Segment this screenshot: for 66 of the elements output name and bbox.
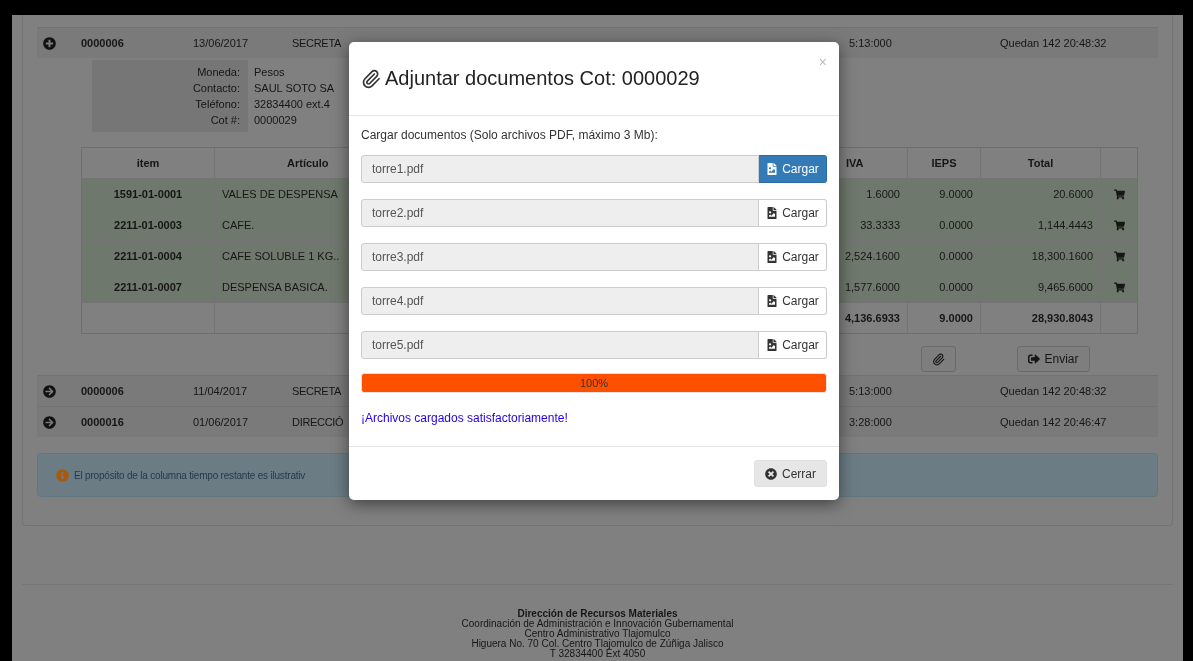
success-message: ¡Archivos cargados satisfactoriamente! [361,411,569,425]
table-cell: 0000016 [81,416,124,428]
table-cell: DIRECCIÓ [291,416,344,428]
table-cell: Quedan 142 20:48:32 [1000,385,1107,397]
file-image-icon [766,295,779,307]
detail-label: Contacto: [192,81,240,96]
table-cell-text: 1591-01-0001 [112,187,184,202]
column-header: item [135,156,161,171]
cart-icon[interactable] [1113,250,1125,262]
table-cell: 9.0000 [907,303,980,333]
table-cell: 5:13:000 [849,37,892,49]
table-cell-text: 2211-01-0003 [113,218,183,233]
table-cell: 11/04/2017 [193,385,248,397]
close-dialog-button[interactable]: Cerrar [754,460,827,487]
upload-button[interactable]: Cargar [759,331,827,359]
cart-icon[interactable] [1113,188,1125,200]
detail-label: Moneda: [197,65,240,80]
file-field[interactable]: torre4.pdf [361,287,759,315]
upload-button[interactable]: Cargar [759,243,827,271]
table-cell: 5:13:000 [849,385,892,397]
table-cell: 13/06/2017 [193,37,249,49]
cart-icon[interactable] [1113,281,1125,293]
table-cell: 28,930.8043 [980,303,1100,333]
sign-out-icon [1028,353,1041,365]
detail-value: Pesos [254,65,285,80]
footer-line: Centro Administrativo Tlajomulco [524,629,671,639]
paperclip-icon [361,68,381,89]
file-image-icon [766,163,779,175]
cart-icon[interactable] [1113,219,1125,231]
file-image-icon [766,207,779,219]
detail-label: Teléfono: [195,97,240,112]
detail-label: Cot #: [210,113,240,128]
table-cell: SECRETA [291,37,342,49]
file-field[interactable]: torre1.pdf [361,155,759,183]
file-field[interactable]: torre5.pdf [361,331,759,359]
table-cell: SECRETA [291,385,342,397]
alert-text: El propósito de la columna tiempo restante es ilustrativ [74,469,306,481]
info-icon [56,468,69,482]
table-cell: Quedan 142 20:46:47 [1000,416,1107,428]
file-field[interactable]: torre2.pdf [361,199,759,227]
table-cell-text: 2211-01-0007 [113,280,183,295]
footer-line: Coordinación de Administración e Innovación Gubernamental [461,619,734,629]
detail-value: 32834400 ext.4 [254,97,330,112]
progress-fill: 100% [362,374,826,392]
table-cell: 01/06/2017 [193,416,249,428]
modal-title: Adjuntar documentos Cot: 0000029 [385,67,700,90]
detail-value: 0000029 [254,113,297,128]
table-cell: 0000006 [81,385,124,397]
file-image-icon [766,251,779,263]
footer-title: Dirección de Recursos Materiales [517,609,678,619]
upload-button[interactable]: Cargar [759,155,827,183]
footer-line: Higuera No. 70 Col. Centro Tlajomulco de Zúñiga Jalisco [471,639,724,649]
instructions-text: Cargar documentos (Solo archivos PDF, máximo 3 Mb): [361,128,659,142]
attach-button[interactable] [921,346,956,372]
file-image-icon [766,339,779,351]
send-button[interactable]: Enviar [1017,346,1090,372]
footer-line: T 32834400 Ext 4050 [549,649,646,659]
table-cell: 3:28:000 [849,416,892,428]
upload-button[interactable]: Cargar [759,287,827,315]
file-field[interactable]: torre3.pdf [361,243,759,271]
table-cell-text: 2211-01-0004 [113,249,183,264]
paperclip-icon [932,352,945,366]
upload-button[interactable]: Cargar [759,199,827,227]
table-cell: 0000006 [81,37,124,49]
table-cell: Quedan 142 20:48:32 [1000,37,1107,49]
detail-value: SAUL SOTO SA [254,81,335,96]
